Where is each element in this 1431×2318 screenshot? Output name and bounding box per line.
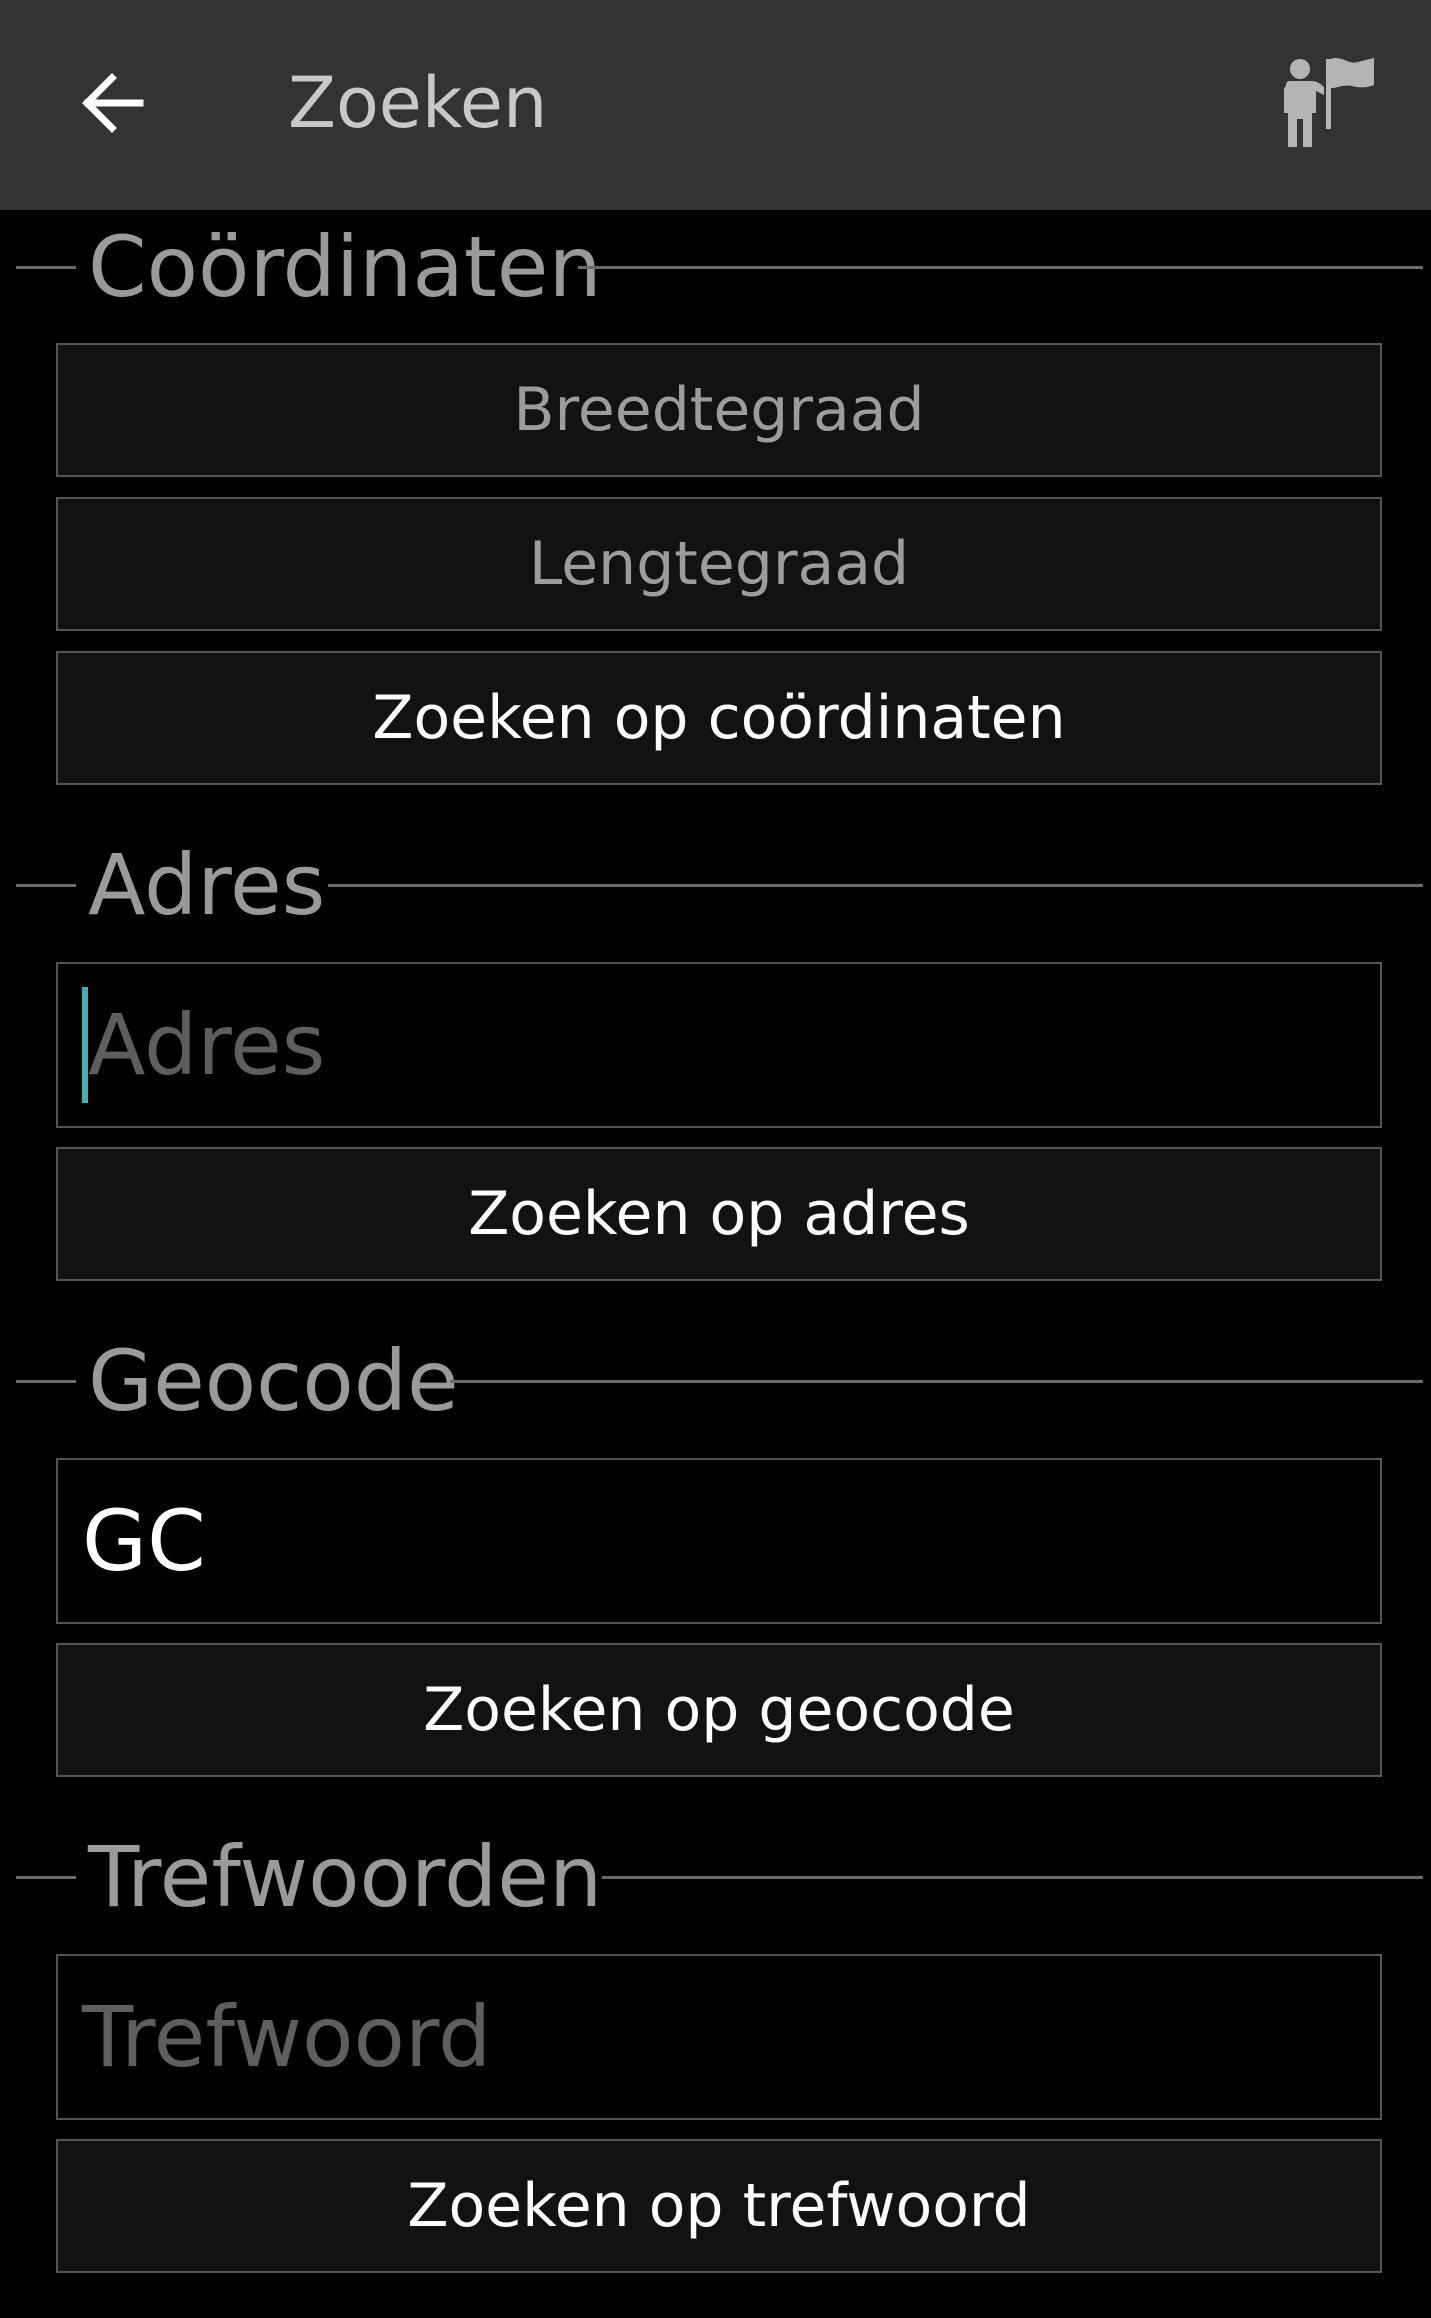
search-by-address-button[interactable]: Zoeken op adres	[56, 1147, 1382, 1281]
keyword-input-placeholder: Trefwoord	[82, 1988, 492, 2086]
divider	[328, 884, 1423, 887]
divider	[16, 884, 76, 887]
longitude-button[interactable]: Lengtegraad	[56, 497, 1382, 631]
latitude-button[interactable]: Breedtegraad	[56, 343, 1382, 477]
divider	[16, 1876, 76, 1879]
divider	[16, 266, 76, 269]
geocode-section-title: Geocode	[88, 1332, 459, 1430]
toolbar: Zoeken	[0, 0, 1431, 210]
divider	[602, 1876, 1423, 1879]
geocode-input-value: GC	[82, 1492, 206, 1590]
search-by-coordinates-button[interactable]: Zoeken op coördinaten	[56, 651, 1382, 785]
arrow-left-icon	[81, 72, 143, 133]
keyword-input[interactable]: Trefwoord	[56, 1954, 1382, 2120]
geocode-section-header: Geocode	[0, 1326, 1431, 1436]
keywords-section-title: Trefwoorden	[88, 1828, 603, 1926]
coordinates-section-title: Coördinaten	[88, 218, 602, 316]
person-flag-icon	[1283, 58, 1374, 147]
geocode-input[interactable]: GC	[56, 1458, 1382, 1624]
keywords-section-header: Trefwoorden	[0, 1822, 1431, 1932]
divider	[16, 1380, 76, 1383]
search-by-keyword-button[interactable]: Zoeken op trefwoord	[56, 2139, 1382, 2273]
search-by-geocode-button[interactable]: Zoeken op geocode	[56, 1643, 1382, 1777]
divider	[450, 1380, 1423, 1383]
address-input[interactable]: Adres	[56, 962, 1382, 1128]
address-section-header: Adres	[0, 830, 1431, 940]
divider	[578, 266, 1423, 269]
address-section-title: Adres	[88, 836, 326, 934]
back-button[interactable]	[60, 50, 165, 155]
page-title: Zoeken	[288, 62, 548, 144]
address-input-placeholder: Adres	[88, 996, 326, 1094]
poi-button[interactable]	[1270, 45, 1385, 160]
search-screen: Zoeken Coördinaten Breedtegraad Lengtegr…	[0, 0, 1431, 2318]
coordinates-section-header: Coördinaten	[0, 212, 1431, 322]
